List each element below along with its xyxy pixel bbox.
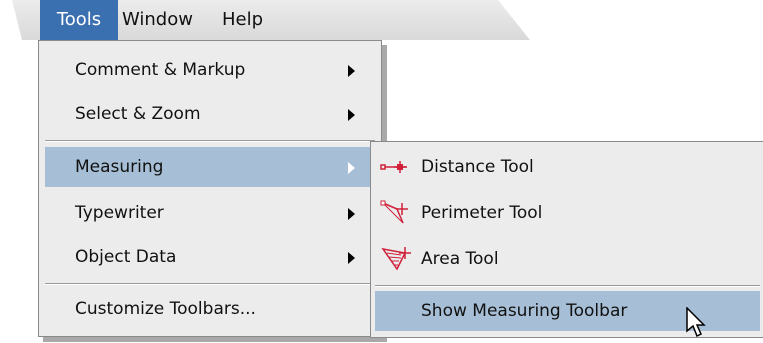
menu-item-label: Typewriter: [75, 203, 164, 223]
menu-item-customize-toolbars[interactable]: Customize Toolbars...: [45, 289, 375, 329]
menu-help[interactable]: Help: [222, 0, 263, 40]
menu-item-measuring[interactable]: Measuring: [45, 147, 375, 187]
menu-item-label: Measuring: [75, 157, 164, 177]
menu-item-select-zoom[interactable]: Select & Zoom: [45, 94, 375, 134]
tools-dropdown-menu: Comment & Markup Select & Zoom Measuring…: [38, 40, 382, 337]
menu-item-object-data[interactable]: Object Data: [45, 237, 375, 277]
submenu-item-label: Perimeter Tool: [421, 203, 543, 223]
menu-item-label: Select & Zoom: [75, 104, 201, 124]
perimeter-tool-icon: [380, 200, 408, 224]
submenu-item-distance-tool[interactable]: Distance Tool: [375, 147, 760, 187]
menu-bar: Tools Window Help: [12, 0, 530, 40]
menu-separator: [45, 140, 375, 142]
menu-item-label: Customize Toolbars...: [75, 299, 256, 319]
submenu-item-label: Show Measuring Toolbar: [421, 301, 628, 321]
submenu-item-label: Distance Tool: [421, 157, 534, 177]
mouse-cursor-icon: [686, 307, 706, 338]
submenu-item-label: Area Tool: [421, 249, 499, 269]
submenu-separator: [375, 285, 760, 287]
menu-item-typewriter[interactable]: Typewriter: [45, 193, 375, 233]
submenu-item-area-tool[interactable]: Area Tool: [375, 239, 760, 279]
menu-item-label: Comment & Markup: [75, 60, 246, 80]
submenu-arrow-icon: [348, 252, 355, 264]
menu-item-comment-markup[interactable]: Comment & Markup: [45, 50, 375, 90]
menu-item-label: Object Data: [75, 247, 177, 267]
menu-window[interactable]: Window: [122, 0, 193, 40]
submenu-arrow-icon: [348, 208, 355, 220]
area-tool-icon: [381, 247, 411, 271]
submenu-arrow-icon: [348, 65, 355, 77]
submenu-arrow-icon: [348, 109, 355, 121]
submenu-item-perimeter-tool[interactable]: Perimeter Tool: [375, 193, 760, 233]
distance-tool-icon: [380, 161, 407, 173]
menu-separator: [45, 283, 375, 285]
menu-tools[interactable]: Tools: [40, 0, 118, 40]
submenu-arrow-icon: [348, 162, 355, 174]
